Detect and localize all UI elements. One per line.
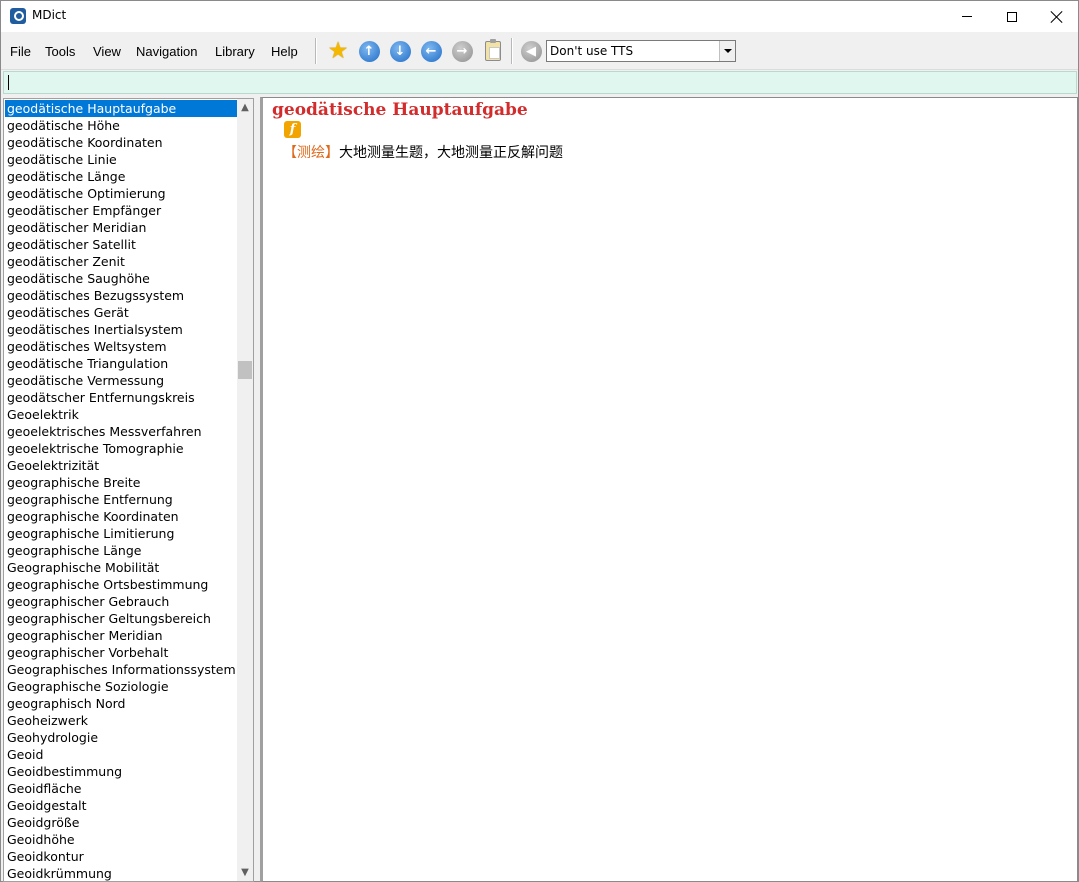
word-list-item[interactable]: geodätische Höhe [5,117,237,134]
word-list-item[interactable]: Geoelektrik [5,406,237,423]
word-list-item[interactable]: geodätische Vermessung [5,372,237,389]
word-list-item[interactable]: geodätscher Entfernungskreis [5,389,237,406]
arrow-right-icon: → [451,40,473,62]
clipboard-button[interactable] [481,39,505,63]
word-list-item[interactable]: Geographische Soziologie [5,678,237,695]
word-list-item[interactable]: Geoidfläche [5,780,237,797]
word-list-panel: geodätische Hauptaufgabe geodätische Höhe… [3,98,254,882]
window-title: MDict [32,8,67,22]
word-list-item[interactable]: geodätische Länge [5,168,237,185]
word-list-item[interactable]: geographische Breite [5,474,237,491]
word-list-item[interactable]: geodätischer Empfänger [5,202,237,219]
word-list-item[interactable]: Geohydrologie [5,729,237,746]
scroll-down-icon[interactable]: ▼ [237,864,253,881]
menu-navigation[interactable]: Navigation [136,44,197,59]
title-bar: MDict [1,1,1078,32]
word-list-item[interactable]: Geoidkontur [5,848,237,865]
tts-dropdown[interactable]: Don't use TTS [546,40,736,62]
word-list-item[interactable]: geographische Limitierung [5,525,237,542]
word-list-item[interactable]: geoelektrisches Messverfahren [5,423,237,440]
forward-button[interactable]: → [450,39,474,63]
word-list-item[interactable]: Geoidbestimmung [5,763,237,780]
clipboard-icon [485,39,501,61]
back-button[interactable]: ← [419,39,443,63]
definition-text: 大地测量生题，大地测量正反解问题 [339,145,563,161]
word-list-item[interactable]: geodätische Triangulation [5,355,237,372]
word-list-item[interactable]: geodätische Koordinaten [5,134,237,151]
word-list-item[interactable]: geodätischer Zenit [5,253,237,270]
toolbar-separator [511,38,513,64]
word-list-item[interactable]: geodätischer Meridian [5,219,237,236]
favorite-button[interactable]: ★ [326,39,350,63]
subject-field-label: 【测绘】 [283,145,339,161]
menu-file[interactable]: File [10,44,31,59]
word-list-item[interactable]: geographische Koordinaten [5,508,237,525]
word-list-item[interactable]: geographischer Gebrauch [5,593,237,610]
next-word-button[interactable]: ↓ [388,39,412,63]
menu-view[interactable]: View [93,44,121,59]
word-list-item[interactable]: geodätische Hauptaufgabe [5,100,237,117]
word-list-item[interactable]: geographisch Nord [5,695,237,712]
menu-help[interactable]: Help [271,44,298,59]
speaker-icon: ◀ [520,40,542,62]
word-list-item[interactable]: geodätisches Gerät [5,304,237,321]
word-list-item[interactable]: geodätisches Weltsystem [5,338,237,355]
word-list-item[interactable]: Geoidkrümmung [5,865,237,881]
word-list: geodätische Hauptaufgabe geodätische Höhe… [5,100,237,881]
maximize-icon [1007,11,1017,22]
word-list-item[interactable]: Geoelektrizität [5,457,237,474]
definition-panel: geodätische Hauptaufgabe f 【测绘】大地测量生题，大地… [260,97,1078,882]
menu-toolbar: File Tools View Navigation Library Help … [1,32,1078,70]
word-list-item[interactable]: Geographische Mobilität [5,559,237,576]
word-list-item[interactable]: Geoid [5,746,237,763]
scroll-thumb[interactable] [238,361,252,379]
chevron-down-icon[interactable] [719,41,735,61]
word-list-item[interactable]: Geoheizwerk [5,712,237,729]
word-list-item[interactable]: Geoidgröße [5,814,237,831]
word-list-item[interactable]: geographische Länge [5,542,237,559]
previous-word-button[interactable]: ↑ [357,39,381,63]
minimize-button[interactable] [944,1,990,32]
entry-headword: geodätische Hauptaufgabe [272,100,528,120]
arrow-up-icon: ↑ [358,40,380,62]
mdict-window: MDict File Tools View Navigation Library… [0,0,1079,882]
text-caret [8,75,9,90]
toolbar-separator [315,38,317,64]
close-button[interactable] [1034,1,1079,32]
arrow-left-icon: ← [420,40,442,62]
word-list-item[interactable]: geographischer Geltungsbereich [5,610,237,627]
minimize-icon [962,16,972,17]
word-list-item[interactable]: Geographisches Informationssystem [5,661,237,678]
word-list-item[interactable]: geodätisches Inertialsystem [5,321,237,338]
tts-selected-value: Don't use TTS [550,44,634,58]
menu-tools[interactable]: Tools [45,44,75,59]
word-list-item[interactable]: geodätischer Satellit [5,236,237,253]
word-list-item[interactable]: Geoidhöhe [5,831,237,848]
word-list-item[interactable]: geographischer Vorbehalt [5,644,237,661]
word-list-item[interactable]: geographische Ortsbestimmung [5,576,237,593]
search-input[interactable] [4,72,1076,93]
menu-library[interactable]: Library [215,44,255,59]
word-list-scrollbar[interactable]: ▲ ▼ [237,99,253,881]
maximize-button[interactable] [989,1,1035,32]
word-list-item[interactable]: geodätische Optimierung [5,185,237,202]
word-list-item[interactable]: geographische Entfernung [5,491,237,508]
search-bar [3,71,1077,94]
word-list-item[interactable]: geodätische Linie [5,151,237,168]
word-list-item[interactable]: geodätische Saughöhe [5,270,237,287]
feminine-gender-badge: f [284,121,301,138]
word-list-item[interactable]: geographischer Meridian [5,627,237,644]
entry-definition: 【测绘】大地测量生题，大地测量正反解问题 [283,142,563,162]
arrow-down-icon: ↓ [389,40,411,62]
close-icon [1051,11,1063,23]
word-list-item[interactable]: Geoidgestalt [5,797,237,814]
scroll-up-icon[interactable]: ▲ [237,99,253,116]
word-list-item[interactable]: geodätisches Bezugssystem [5,287,237,304]
mdict-app-icon [10,8,26,24]
star-icon: ★ [327,37,349,64]
speak-button[interactable]: ◀ [519,39,543,63]
word-list-item[interactable]: geoelektrische Tomographie [5,440,237,457]
